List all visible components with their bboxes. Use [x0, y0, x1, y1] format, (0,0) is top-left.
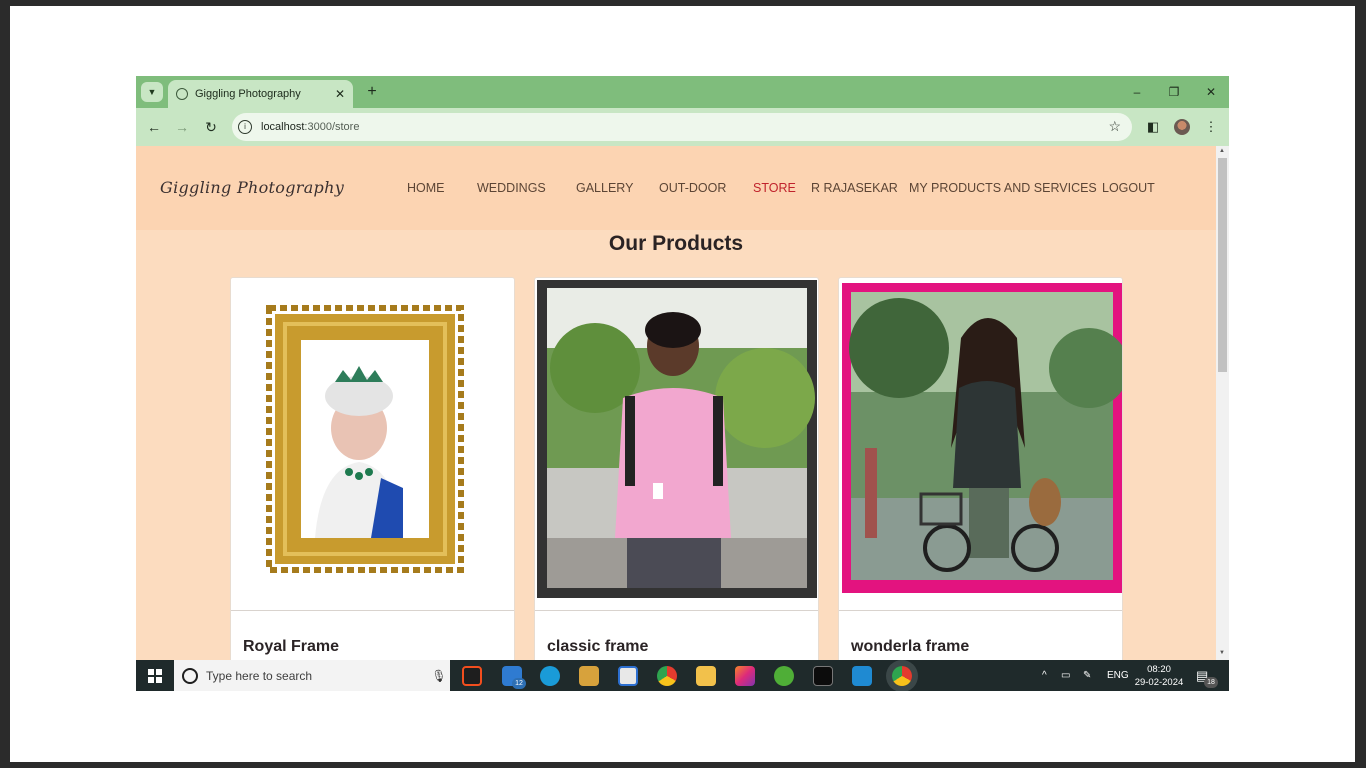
nav-my-products-services[interactable]: MY PRODUCTS AND SERVICES: [909, 181, 1097, 195]
tray-chevron-icon[interactable]: ^: [1042, 660, 1047, 691]
product-name: Royal Frame: [243, 638, 340, 655]
profile-avatar[interactable]: [1174, 119, 1190, 135]
product-image[interactable]: [535, 278, 818, 611]
terminal-icon[interactable]: [813, 666, 833, 686]
chevron-down-icon: ▼: [147, 87, 157, 97]
file-explorer-icon[interactable]: [696, 666, 716, 686]
utorrent-icon[interactable]: [774, 666, 794, 686]
site-header: Giggling Photography HOME WEDDINGS GALLE…: [136, 146, 1216, 230]
tab-giggling-photography[interactable]: Giggling Photography ✕: [168, 80, 353, 108]
page-scrollbar[interactable]: ▲ ▼: [1216, 146, 1229, 661]
back-arrow-icon[interactable]: ←: [144, 117, 164, 137]
bookmark-star-icon[interactable]: ☆: [1108, 118, 1121, 135]
chrome-icon[interactable]: [657, 666, 677, 686]
site-logo[interactable]: Giggling Photography: [160, 178, 344, 197]
instagram-icon[interactable]: [735, 666, 755, 686]
store-icon[interactable]: [618, 666, 638, 686]
clock-date: 29-02-2024: [1134, 677, 1184, 688]
web-page: Giggling Photography HOME WEDDINGS GALLE…: [136, 146, 1216, 661]
pen-icon[interactable]: ✎: [1083, 660, 1091, 691]
cortana-icon: [182, 667, 198, 684]
mail-badge: 12: [512, 678, 526, 689]
product-name: wonderla frame: [851, 638, 970, 655]
url-text[interactable]: localhost:3000/store: [261, 121, 359, 133]
product-card[interactable]: wonderla frame: [838, 277, 1123, 661]
wonderla-frame-photo: [842, 283, 1122, 593]
side-panel-icon[interactable]: ◧: [1143, 117, 1163, 137]
chrome-active-icon[interactable]: [892, 666, 912, 686]
scroll-down-icon[interactable]: ▼: [1219, 650, 1225, 656]
file-cabinet-icon[interactable]: [579, 666, 599, 686]
site-info-icon[interactable]: i: [238, 120, 252, 134]
tab-title: Giggling Photography: [195, 88, 301, 100]
notification-count: 18: [1204, 677, 1218, 688]
minimize-button[interactable]: –: [1125, 82, 1149, 102]
globe-icon: [176, 88, 188, 100]
nav-home[interactable]: HOME: [407, 181, 445, 195]
royal-frame-photo: [266, 305, 464, 573]
search-placeholder[interactable]: Type here to search: [206, 669, 428, 683]
kebab-menu-icon[interactable]: ⋮: [1201, 117, 1221, 137]
page-title: Our Products: [608, 232, 744, 255]
scroll-up-icon[interactable]: ▲: [1219, 148, 1225, 154]
scrollbar-thumb[interactable]: [1218, 158, 1227, 372]
product-image[interactable]: [839, 278, 1122, 611]
tab-strip: ▼ Giggling Photography ✕ + – ❐ ✕: [136, 76, 1229, 108]
address-bar[interactable]: i localhost:3000/store ☆: [232, 113, 1132, 141]
product-card[interactable]: Royal Frame: [230, 277, 515, 661]
nav-store[interactable]: STORE: [753, 181, 796, 195]
system-clock[interactable]: 08:20 29-02-2024: [1129, 663, 1189, 689]
language-indicator[interactable]: ENG: [1107, 660, 1129, 691]
start-button[interactable]: [136, 660, 174, 691]
nav-gallery[interactable]: GALLERY: [576, 181, 633, 195]
nav-logout[interactable]: LOGOUT: [1102, 181, 1155, 195]
browser-toolbar: ← → ↻ i localhost:3000/store ☆ ◧ ⋮: [136, 108, 1229, 146]
product-image[interactable]: [231, 278, 514, 611]
tab-search-button[interactable]: ▼: [141, 82, 163, 102]
taskbar-search[interactable]: Type here to search 🎙: [174, 660, 450, 691]
nav-user-profile[interactable]: R RAJASEKAR: [811, 181, 898, 195]
classic-frame-photo: [537, 280, 817, 598]
windows-taskbar: Type here to search 🎙 12 ^ ▭ ✎ ENG 08:20…: [136, 660, 1229, 691]
browser-window: ▼ Giggling Photography ✕ + – ❐ ✕ ← → ↻ i…: [136, 76, 1229, 691]
figma-icon[interactable]: [462, 666, 482, 686]
restore-button[interactable]: ❐: [1162, 82, 1186, 102]
product-name: classic frame: [547, 638, 649, 655]
windows-logo-icon: [148, 668, 162, 683]
forward-arrow-icon[interactable]: →: [172, 117, 192, 137]
product-card[interactable]: classic frame: [534, 277, 819, 661]
reload-icon[interactable]: ↻: [201, 117, 221, 137]
new-tab-button[interactable]: +: [362, 82, 382, 102]
clock-time: 08:20: [1147, 664, 1171, 675]
microphone-icon[interactable]: 🎙: [428, 669, 450, 683]
close-window-button[interactable]: ✕: [1199, 82, 1223, 102]
vscode-icon[interactable]: [852, 666, 872, 686]
nav-weddings[interactable]: WEDDINGS: [477, 181, 546, 195]
tab-close-icon[interactable]: ✕: [335, 87, 345, 101]
edge-icon[interactable]: [540, 666, 560, 686]
nav-out-door[interactable]: OUT-DOOR: [659, 181, 726, 195]
network-icon[interactable]: ▭: [1061, 660, 1070, 691]
